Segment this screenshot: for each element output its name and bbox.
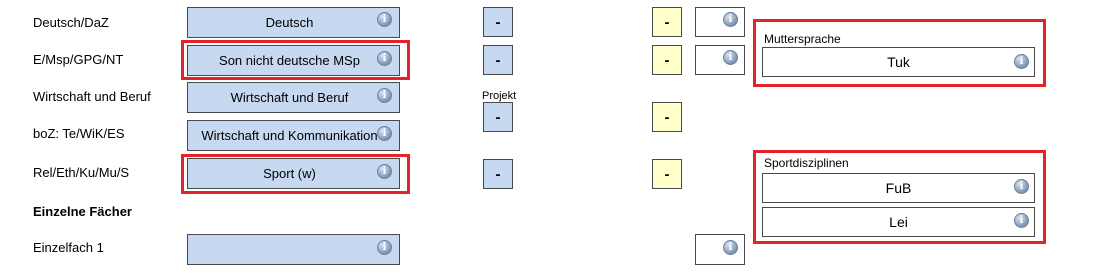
course-field-einzelfach-1[interactable] xyxy=(187,234,400,265)
label-rel-eth: Rel/Eth/Ku/Mu/S xyxy=(33,165,130,180)
info-icon[interactable]: i xyxy=(723,50,738,65)
info-icon[interactable]: i xyxy=(377,88,392,103)
muttersprache-value: Tuk xyxy=(887,54,910,70)
course-field-text: Son nicht deutsche MSp xyxy=(219,53,360,68)
info-icon[interactable]: i xyxy=(723,12,738,27)
dash-button[interactable]: - xyxy=(483,45,513,75)
info-icon[interactable]: i xyxy=(377,126,392,141)
info-icon[interactable]: i xyxy=(1014,179,1029,194)
info-icon[interactable]: i xyxy=(1014,54,1029,69)
course-field-wirtschaft-kommunikation[interactable]: Wirtschaft und Kommunikation xyxy=(187,120,400,151)
label-wirtschaft-beruf: Wirtschaft und Beruf xyxy=(33,89,151,104)
course-field-sport[interactable]: Sport (w) xyxy=(187,158,400,189)
dash-button-yellow[interactable]: - xyxy=(652,45,682,75)
sportdisziplin-value: FuB xyxy=(885,180,912,196)
course-field-text: Wirtschaft und Beruf xyxy=(230,90,349,105)
info-icon[interactable]: i xyxy=(377,164,392,179)
sportdisziplin-value: Lei xyxy=(889,214,908,230)
projekt-label: Projekt xyxy=(482,90,517,102)
course-field-text: Wirtschaft und Kommunikation xyxy=(201,128,378,143)
label-einzelfach-1: Einzelfach 1 xyxy=(33,240,104,255)
section-einzelne-faecher: Einzelne Fächer xyxy=(33,204,132,219)
info-icon[interactable]: i xyxy=(377,12,392,27)
dash-button-yellow[interactable]: - xyxy=(652,159,682,189)
dash-button-yellow[interactable]: - xyxy=(652,7,682,37)
info-icon[interactable]: i xyxy=(377,240,392,255)
sportdisziplin-field[interactable]: Lei xyxy=(762,207,1035,237)
projekt-dash-button[interactable]: - xyxy=(483,102,513,132)
course-field-wirtschaft-beruf[interactable]: Wirtschaft und Beruf xyxy=(187,82,400,113)
dash-button[interactable]: - xyxy=(483,7,513,37)
course-field-text: Sport (w) xyxy=(263,166,316,181)
course-field-msp[interactable]: Son nicht deutsche MSp xyxy=(187,45,400,76)
sportdisziplinen-title: Sportdisziplinen xyxy=(764,156,849,170)
dash-button[interactable]: - xyxy=(483,159,513,189)
info-icon[interactable]: i xyxy=(1014,213,1029,228)
label-deutsch-daz: Deutsch/DaZ xyxy=(33,15,109,30)
muttersprache-title: Muttersprache xyxy=(764,32,841,46)
muttersprache-field[interactable]: Tuk xyxy=(762,47,1035,77)
info-icon[interactable]: i xyxy=(723,240,738,255)
label-e-msp-gpg-nt: E/Msp/GPG/NT xyxy=(33,52,124,67)
info-icon[interactable]: i xyxy=(377,51,392,66)
course-field-text: Deutsch xyxy=(265,15,314,30)
dash-button-yellow[interactable]: - xyxy=(652,102,682,132)
label-boz: boZ: Te/WiK/ES xyxy=(33,126,125,141)
sportdisziplin-field[interactable]: FuB xyxy=(762,173,1035,203)
course-field-deutsch[interactable]: Deutsch xyxy=(187,7,400,38)
